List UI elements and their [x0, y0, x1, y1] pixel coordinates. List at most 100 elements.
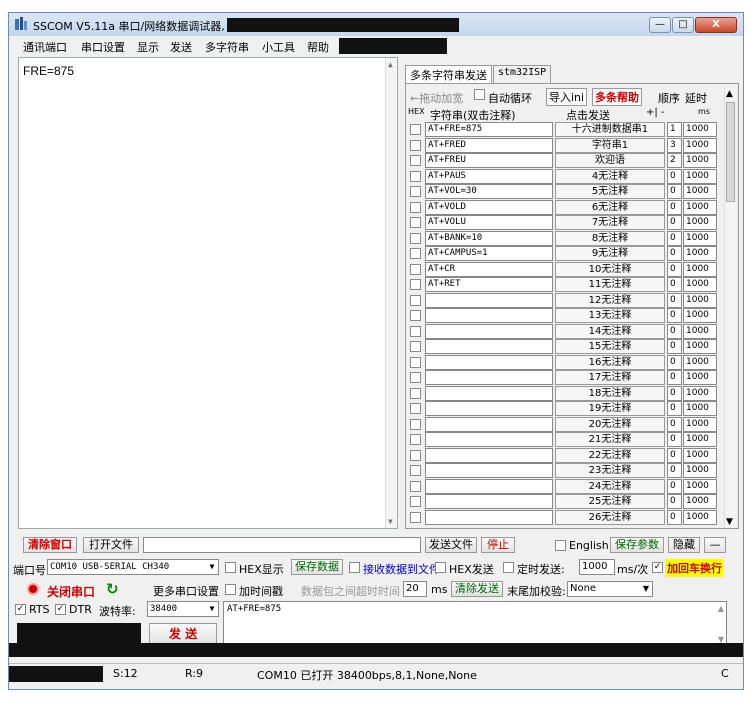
delay-input[interactable]: 1000 — [683, 230, 717, 246]
string-input[interactable]: AT+RET — [425, 277, 553, 292]
header-plus-minus[interactable]: +| - — [646, 107, 665, 118]
hex-checkbox[interactable] — [410, 294, 421, 306]
order-input[interactable]: 0 — [667, 184, 682, 199]
close-button[interactable]: X — [695, 17, 737, 33]
delay-input[interactable]: 1000 — [683, 277, 717, 292]
hex-checkbox[interactable] — [410, 310, 421, 321]
string-input[interactable] — [425, 385, 553, 401]
menu-tools[interactable]: 小工具 — [262, 39, 295, 55]
hex-checkbox[interactable] — [410, 279, 421, 290]
delay-input[interactable]: 1000 — [683, 122, 717, 137]
delay-input[interactable]: 1000 — [683, 354, 717, 370]
send-input[interactable]: AT+FRE=875 ▲ ▼ — [223, 601, 727, 647]
delay-input[interactable]: 1000 — [683, 463, 717, 478]
menu-send[interactable]: 发送 — [170, 39, 192, 55]
hex-checkbox[interactable] — [410, 434, 421, 445]
delay-input[interactable]: 1000 — [683, 308, 717, 323]
port-select[interactable]: COM10 USB-SERIAL CH340 ▼ — [47, 559, 219, 575]
send-string-button[interactable]: 欢迎语 — [555, 153, 665, 168]
string-input[interactable] — [425, 308, 553, 323]
delay-input[interactable]: 1000 — [683, 339, 717, 354]
order-input[interactable]: 0 — [667, 416, 682, 432]
send-string-button[interactable]: 22无注释 — [555, 447, 665, 463]
string-input[interactable]: AT+VOLU — [425, 215, 553, 230]
delay-input[interactable]: 1000 — [683, 184, 717, 199]
string-input[interactable] — [425, 354, 553, 370]
string-input[interactable]: AT+BANK=10 — [425, 230, 553, 246]
send-string-button[interactable]: 26无注释 — [555, 509, 665, 525]
multi-help-button[interactable]: 多条帮助 — [592, 88, 642, 106]
receive-scrollbar[interactable]: ▲ ▼ — [385, 58, 397, 528]
hide-button[interactable]: 隐藏 — [668, 537, 700, 553]
interval-input[interactable]: 1000 — [579, 559, 615, 575]
send-string-button[interactable]: 6无注释 — [555, 199, 665, 215]
auto-loop-checkbox[interactable] — [474, 89, 485, 100]
order-input[interactable]: 0 — [667, 292, 682, 308]
order-input[interactable]: 1 — [667, 122, 682, 137]
hex-checkbox[interactable] — [410, 232, 421, 244]
send-string-button[interactable]: 7无注释 — [555, 215, 665, 230]
order-input[interactable]: 0 — [667, 168, 682, 184]
hex-checkbox[interactable] — [410, 449, 421, 461]
delay-input[interactable]: 1000 — [683, 416, 717, 432]
string-input[interactable]: AT+CR — [425, 261, 553, 277]
send-string-button[interactable]: 18无注释 — [555, 385, 665, 401]
order-input[interactable]: 0 — [667, 432, 682, 447]
send-string-button[interactable]: 4无注释 — [555, 168, 665, 184]
close-port-button[interactable]: 关闭串口 — [47, 583, 95, 600]
tab-stm32isp[interactable]: stm32ISP — [493, 65, 552, 83]
hex-checkbox[interactable] — [410, 511, 421, 523]
delay-input[interactable]: 1000 — [683, 401, 717, 416]
scroll-thumb[interactable] — [726, 102, 735, 202]
order-input[interactable]: 0 — [667, 199, 682, 215]
menu-multi-string[interactable]: 多字符串 — [205, 39, 249, 55]
string-input[interactable] — [425, 370, 553, 385]
multi-scrollbar[interactable]: ▲ ▼ — [724, 88, 736, 528]
hex-send-checkbox[interactable] — [435, 562, 446, 573]
hex-checkbox[interactable] — [410, 480, 421, 492]
delay-input[interactable]: 1000 — [683, 215, 717, 230]
string-input[interactable] — [425, 323, 553, 339]
hex-checkbox[interactable] — [410, 155, 421, 166]
crlf-checkbox[interactable]: ✓ — [652, 562, 663, 573]
string-input[interactable] — [425, 416, 553, 432]
maximize-button[interactable]: □ — [672, 17, 694, 33]
save-params-button[interactable]: 保存参数 — [610, 537, 664, 553]
delay-input[interactable]: 1000 — [683, 261, 717, 277]
string-input[interactable] — [425, 292, 553, 308]
string-input[interactable] — [425, 509, 553, 525]
menu-help[interactable]: 帮助 — [307, 39, 329, 55]
dtr-checkbox[interactable]: ✓ — [55, 604, 66, 615]
timeout-input[interactable]: 20 — [403, 581, 427, 597]
hex-checkbox[interactable] — [410, 387, 421, 399]
send-string-button[interactable]: 8无注释 — [555, 230, 665, 246]
import-ini-button[interactable]: 导入ini — [546, 88, 588, 106]
open-file-button[interactable]: 打开文件 — [83, 537, 139, 553]
minimize-button[interactable]: — — [649, 17, 671, 33]
order-input[interactable]: 0 — [667, 401, 682, 416]
string-input[interactable] — [425, 339, 553, 354]
delay-input[interactable]: 1000 — [683, 199, 717, 215]
recv-to-file-checkbox[interactable] — [349, 562, 360, 573]
send-string-button[interactable]: 12无注释 — [555, 292, 665, 308]
hex-checkbox[interactable] — [410, 263, 421, 275]
baud-select[interactable]: 38400 ▼ — [147, 601, 219, 617]
order-input[interactable]: 0 — [667, 230, 682, 246]
hex-checkbox[interactable] — [410, 139, 421, 151]
hex-checkbox[interactable] — [410, 403, 421, 414]
delay-input[interactable]: 1000 — [683, 137, 717, 153]
order-input[interactable]: 0 — [667, 509, 682, 525]
delay-input[interactable]: 1000 — [683, 246, 717, 261]
string-input[interactable]: AT+FREU — [425, 153, 553, 168]
hex-checkbox[interactable] — [410, 341, 421, 352]
english-checkbox[interactable] — [555, 540, 566, 551]
order-input[interactable]: 2 — [667, 153, 682, 168]
scroll-up-icon[interactable]: ▲ — [718, 604, 724, 613]
delay-input[interactable]: 1000 — [683, 370, 717, 385]
scroll-up-icon[interactable]: ▲ — [726, 89, 733, 99]
send-string-button[interactable]: 19无注释 — [555, 401, 665, 416]
send-button[interactable]: 发 送 — [149, 623, 217, 645]
more-port-settings-button[interactable]: 更多串口设置 — [153, 583, 219, 599]
order-input[interactable]: 0 — [667, 308, 682, 323]
string-input[interactable] — [425, 401, 553, 416]
